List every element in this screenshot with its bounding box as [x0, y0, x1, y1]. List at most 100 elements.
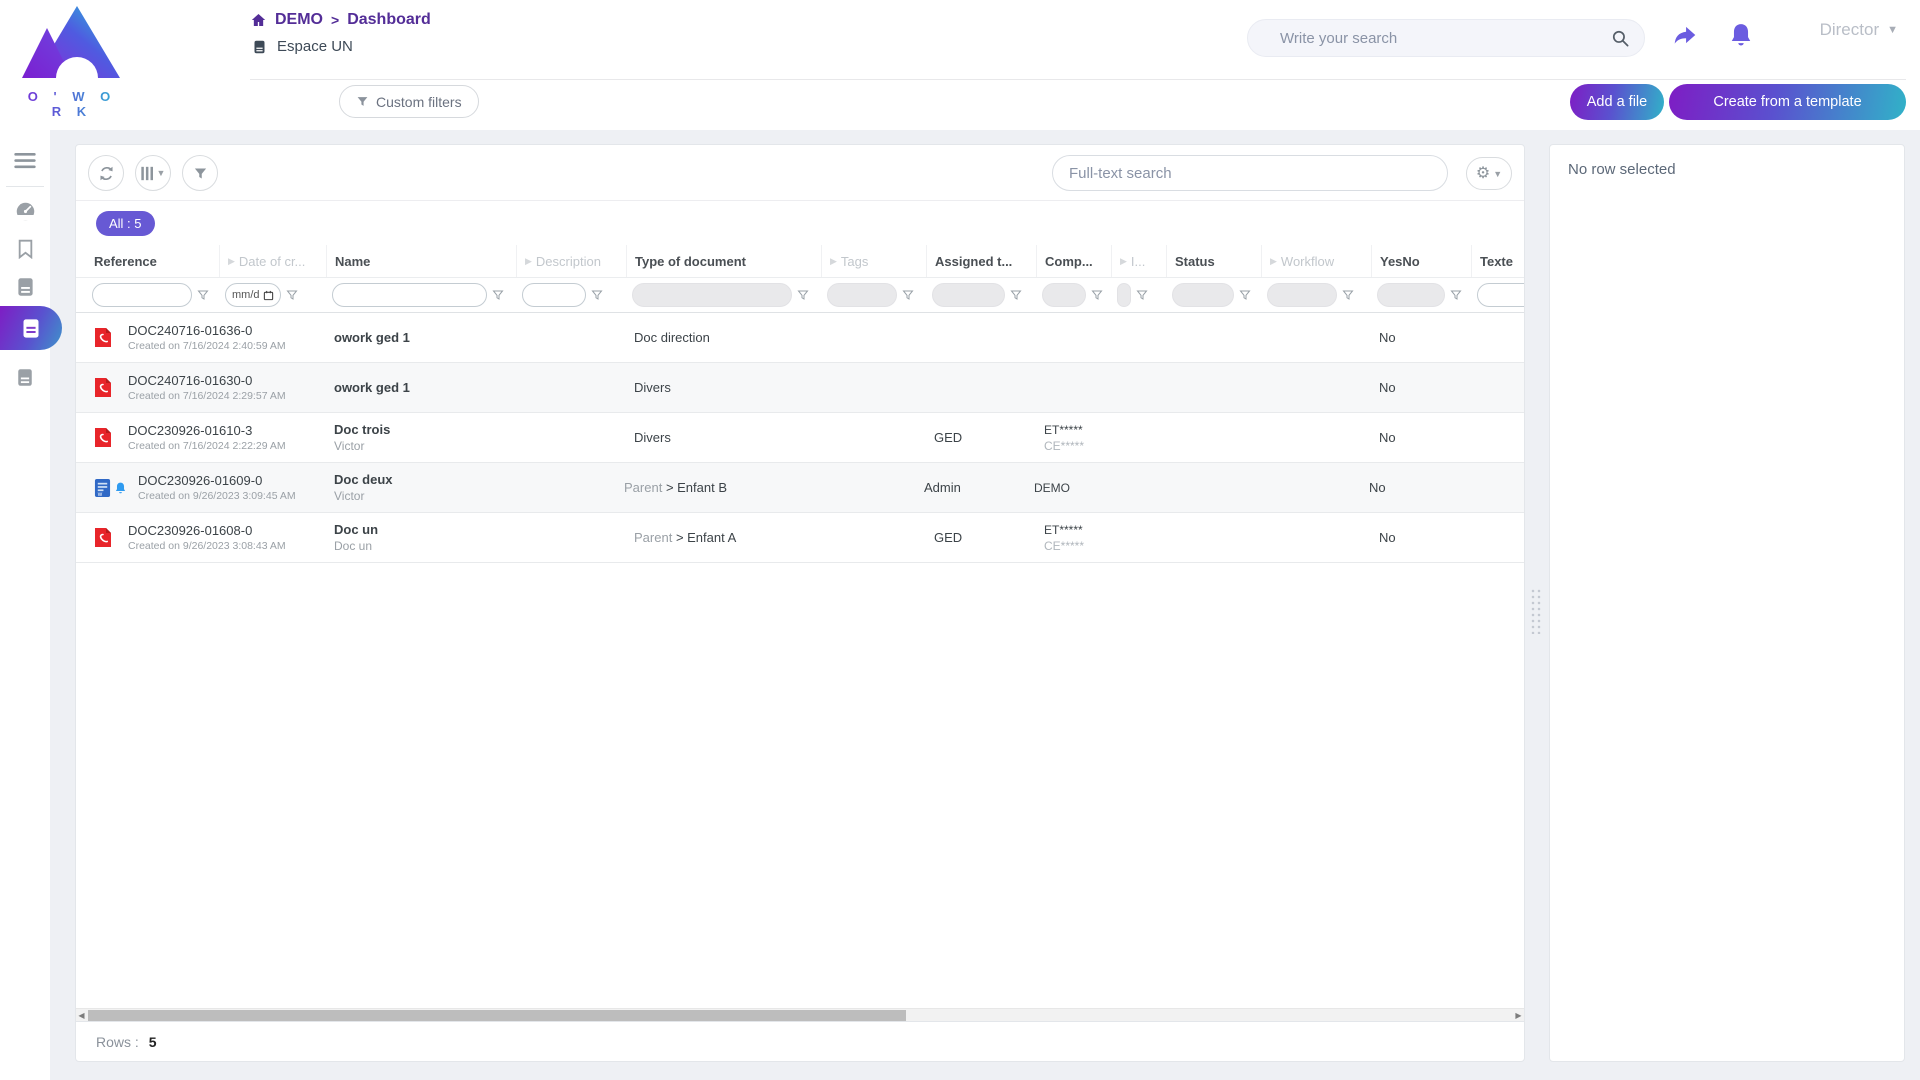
- column-header-name[interactable]: Name: [326, 245, 516, 277]
- custom-filters-button[interactable]: Custom filters: [339, 85, 479, 118]
- share-button[interactable]: [1668, 18, 1702, 52]
- panel-resize-handle[interactable]: [1530, 588, 1542, 634]
- breadcrumb-root[interactable]: DEMO: [275, 11, 323, 29]
- filter-funnel-icon[interactable]: [797, 289, 809, 301]
- sidebar-item-documents[interactable]: [0, 272, 50, 302]
- detail-panel: No row selected: [1549, 144, 1905, 1062]
- create-from-template-button[interactable]: Create from a template: [1669, 84, 1906, 120]
- column-header-tags[interactable]: ▶ Tags: [821, 245, 926, 277]
- filter-input-reference[interactable]: [92, 283, 192, 307]
- column-header-texte[interactable]: Texte: [1471, 245, 1524, 277]
- company-line2: CE*****: [1044, 439, 1111, 453]
- document-name: owork ged 1: [334, 380, 516, 395]
- yesno-value: No: [1371, 430, 1471, 445]
- hamburger-menu-icon: [14, 153, 36, 169]
- bookmark-icon: [17, 239, 34, 259]
- filter-funnel-icon[interactable]: [1091, 289, 1103, 301]
- filter-button[interactable]: [182, 155, 218, 191]
- table-settings-button[interactable]: ⚙ ▼: [1466, 157, 1512, 190]
- refresh-button[interactable]: [88, 155, 124, 191]
- filter-input-texte[interactable]: [1477, 283, 1524, 307]
- chevron-down-icon: ▼: [157, 168, 166, 178]
- refresh-icon: [98, 165, 115, 182]
- fulltext-search-input[interactable]: [1069, 165, 1431, 182]
- company-line1: ET*****: [1044, 523, 1111, 537]
- document-type: Divers: [634, 430, 671, 445]
- all-rows-badge[interactable]: All : 5: [96, 211, 155, 236]
- scroll-right-arrow-icon[interactable]: ▶: [1513, 1009, 1524, 1022]
- column-header-yesno[interactable]: YesNo: [1371, 245, 1471, 277]
- pdf-file-icon: [94, 427, 112, 448]
- filter-funnel-icon[interactable]: [591, 289, 603, 301]
- filter-funnel-icon[interactable]: [1136, 289, 1148, 301]
- left-sidebar: [0, 130, 50, 1080]
- filter-input-date[interactable]: mm/d: [225, 283, 281, 307]
- sort-arrow-icon: ▶: [830, 256, 837, 267]
- add-file-button[interactable]: Add a file: [1570, 84, 1664, 120]
- filter-input-workflow-disabled: [1267, 283, 1337, 307]
- scrollbar-thumb[interactable]: [88, 1010, 906, 1021]
- document-name-sub: Victor: [334, 439, 516, 453]
- table-row[interactable]: DOC240716-01630-0 Created on 7/16/2024 2…: [76, 363, 1524, 413]
- filter-funnel-icon[interactable]: [197, 289, 209, 301]
- filter-funnel-icon[interactable]: [902, 289, 914, 301]
- columns-button[interactable]: ▼: [135, 155, 171, 191]
- document-type: > Enfant B: [666, 480, 727, 495]
- horizontal-scrollbar[interactable]: ◀ ▶: [76, 1008, 1524, 1021]
- gear-icon: ⚙: [1476, 166, 1490, 182]
- book-active-icon: [21, 318, 41, 339]
- column-header-description[interactable]: ▶ Description: [516, 245, 626, 277]
- column-header-workflow[interactable]: ▶ Workflow: [1261, 245, 1371, 277]
- column-header-company[interactable]: Comp...: [1036, 245, 1111, 277]
- filter-funnel-icon[interactable]: [1450, 289, 1462, 301]
- document-reference: DOC240716-01636-0: [128, 323, 286, 338]
- notifications-button[interactable]: [1724, 18, 1758, 52]
- view-tabs: All : 5: [76, 201, 1524, 245]
- filter-input-yesno-disabled: [1377, 283, 1445, 307]
- filter-input-i-disabled: [1117, 283, 1131, 307]
- filter-funnel-icon[interactable]: [1010, 289, 1022, 301]
- user-role-menu[interactable]: Director ▼: [1820, 20, 1898, 40]
- sidebar-item-archive[interactable]: [0, 362, 50, 392]
- share-forward-icon: [1671, 22, 1699, 48]
- app-logo[interactable]: O ' W O R K: [16, 6, 128, 119]
- table-row[interactable]: DOC230926-01610-3 Created on 7/16/2024 2…: [76, 413, 1524, 463]
- filter-funnel-icon[interactable]: [286, 289, 298, 301]
- breadcrumb-separator: >: [331, 12, 339, 28]
- sidebar-item-dashboard[interactable]: [0, 196, 50, 226]
- columns-icon: [141, 166, 155, 181]
- global-search-input[interactable]: [1280, 30, 1611, 47]
- company-line1: DEMO: [1034, 481, 1101, 495]
- column-header-i[interactable]: ▶ I...: [1111, 245, 1166, 277]
- table-row[interactable]: w DOC230926-01609-0 Created on 9/26/2023…: [76, 463, 1524, 513]
- dashboard-gauge-icon: [15, 201, 36, 222]
- global-search: [1247, 19, 1645, 57]
- table-row[interactable]: DOC230926-01608-0 Created on 9/26/2023 3…: [76, 513, 1524, 563]
- document-table-panel: ▼ ⚙ ▼ All : 5 Reference ▶: [75, 144, 1525, 1062]
- document-name-sub: Doc un: [334, 539, 516, 553]
- sidebar-item-ged-active[interactable]: [0, 306, 62, 350]
- column-header-reference[interactable]: Reference: [86, 245, 219, 277]
- book-icon: [252, 39, 267, 55]
- breadcrumb-current[interactable]: Dashboard: [347, 11, 431, 29]
- search-icon[interactable]: [1611, 29, 1630, 48]
- column-header-type[interactable]: Type of document: [626, 245, 821, 277]
- filter-input-description[interactable]: [522, 283, 586, 307]
- column-header-date[interactable]: ▶ Date of cr...: [219, 245, 326, 277]
- filter-funnel-icon[interactable]: [492, 289, 504, 301]
- filter-funnel-icon[interactable]: [1342, 289, 1354, 301]
- filter-funnel-icon[interactable]: [1239, 289, 1251, 301]
- scroll-left-arrow-icon[interactable]: ◀: [76, 1009, 87, 1022]
- table-row[interactable]: DOC240716-01636-0 Created on 7/16/2024 2…: [76, 313, 1524, 363]
- sort-arrow-icon: ▶: [1120, 256, 1127, 267]
- column-header-status[interactable]: Status: [1166, 245, 1261, 277]
- column-header-assigned[interactable]: Assigned t...: [926, 245, 1036, 277]
- filter-input-name[interactable]: [332, 283, 487, 307]
- word-file-icon: w: [94, 478, 111, 498]
- table-header-row: Reference ▶ Date of cr... Name ▶ Descrip…: [76, 245, 1524, 278]
- pdf-file-icon: [94, 377, 112, 398]
- rows-label: Rows :: [96, 1034, 139, 1050]
- sidebar-menu-toggle[interactable]: [0, 146, 50, 176]
- sidebar-item-bookmarks[interactable]: [0, 234, 50, 264]
- home-icon[interactable]: [250, 12, 267, 28]
